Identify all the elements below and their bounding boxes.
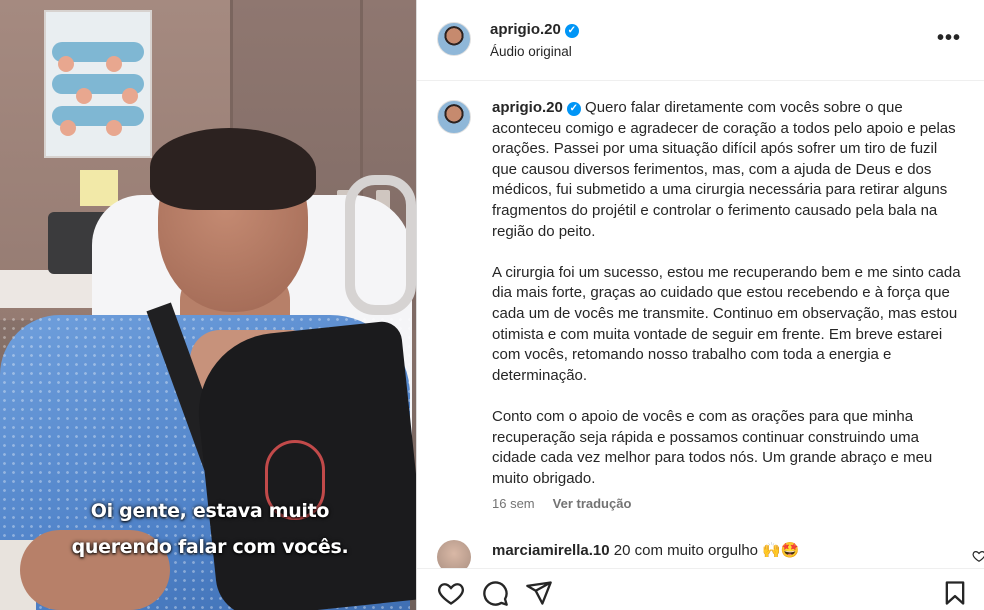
comment-like-icon[interactable]: [972, 549, 984, 563]
wall-sign: [80, 170, 118, 206]
post-panel: aprigio.20 ✓ Áudio original ••• aprigio.2…: [416, 0, 984, 610]
caption-paragraph-1: Quero falar diretamente com vocês sobre …: [492, 99, 956, 240]
caption-paragraph-3: Conto com o apoio de vocês e com as oraç…: [492, 407, 933, 487]
comment-emojis: 🙌🤩: [762, 542, 800, 559]
comment-icon[interactable]: [481, 579, 509, 607]
person-hair: [150, 128, 316, 210]
audio-label[interactable]: Áudio original: [490, 44, 572, 59]
verified-badge-icon: ✓: [566, 102, 581, 116]
author-username-row[interactable]: aprigio.20 ✓: [490, 21, 579, 38]
bed-rail: [345, 175, 416, 315]
post-time[interactable]: 16 sem: [492, 496, 535, 511]
video-subtitle-line1: Oi gente, estava muito: [90, 500, 330, 522]
author-avatar[interactable]: [437, 22, 471, 56]
more-options-icon[interactable]: •••: [937, 28, 961, 48]
header-divider: [417, 80, 984, 81]
translate-link[interactable]: Ver tradução: [553, 496, 632, 511]
share-icon[interactable]: [525, 579, 553, 607]
like-icon[interactable]: [437, 579, 465, 607]
comment-text: marciamirella.10 20 com muito orgulho 🙌🤩: [492, 541, 800, 559]
comment-item: marciamirella.10 20 com muito orgulho 🙌🤩: [437, 540, 984, 574]
caption-username[interactable]: aprigio.20: [492, 99, 563, 116]
comment-body: 20 com muito orgulho: [613, 542, 759, 559]
verified-badge-icon: ✓: [564, 24, 579, 38]
save-icon[interactable]: [941, 579, 969, 607]
post-meta: 16 sem Ver tradução: [492, 496, 631, 511]
video-player[interactable]: Oi gente, estava muito querendo falar co…: [0, 0, 416, 610]
post-caption: aprigio.20 ✓ Quero falar diretamente com …: [492, 98, 962, 510]
caption-author-avatar[interactable]: [437, 100, 471, 134]
action-bar: [417, 568, 984, 610]
video-subtitle-line2: querendo falar com vocês.: [71, 536, 349, 558]
commenter-username[interactable]: marciamirella.10: [492, 542, 610, 559]
wall-poster: [44, 10, 152, 158]
caption-paragraph-2: A cirurgia foi um sucesso, estou me recu…: [492, 263, 961, 384]
author-username[interactable]: aprigio.20: [490, 21, 561, 38]
